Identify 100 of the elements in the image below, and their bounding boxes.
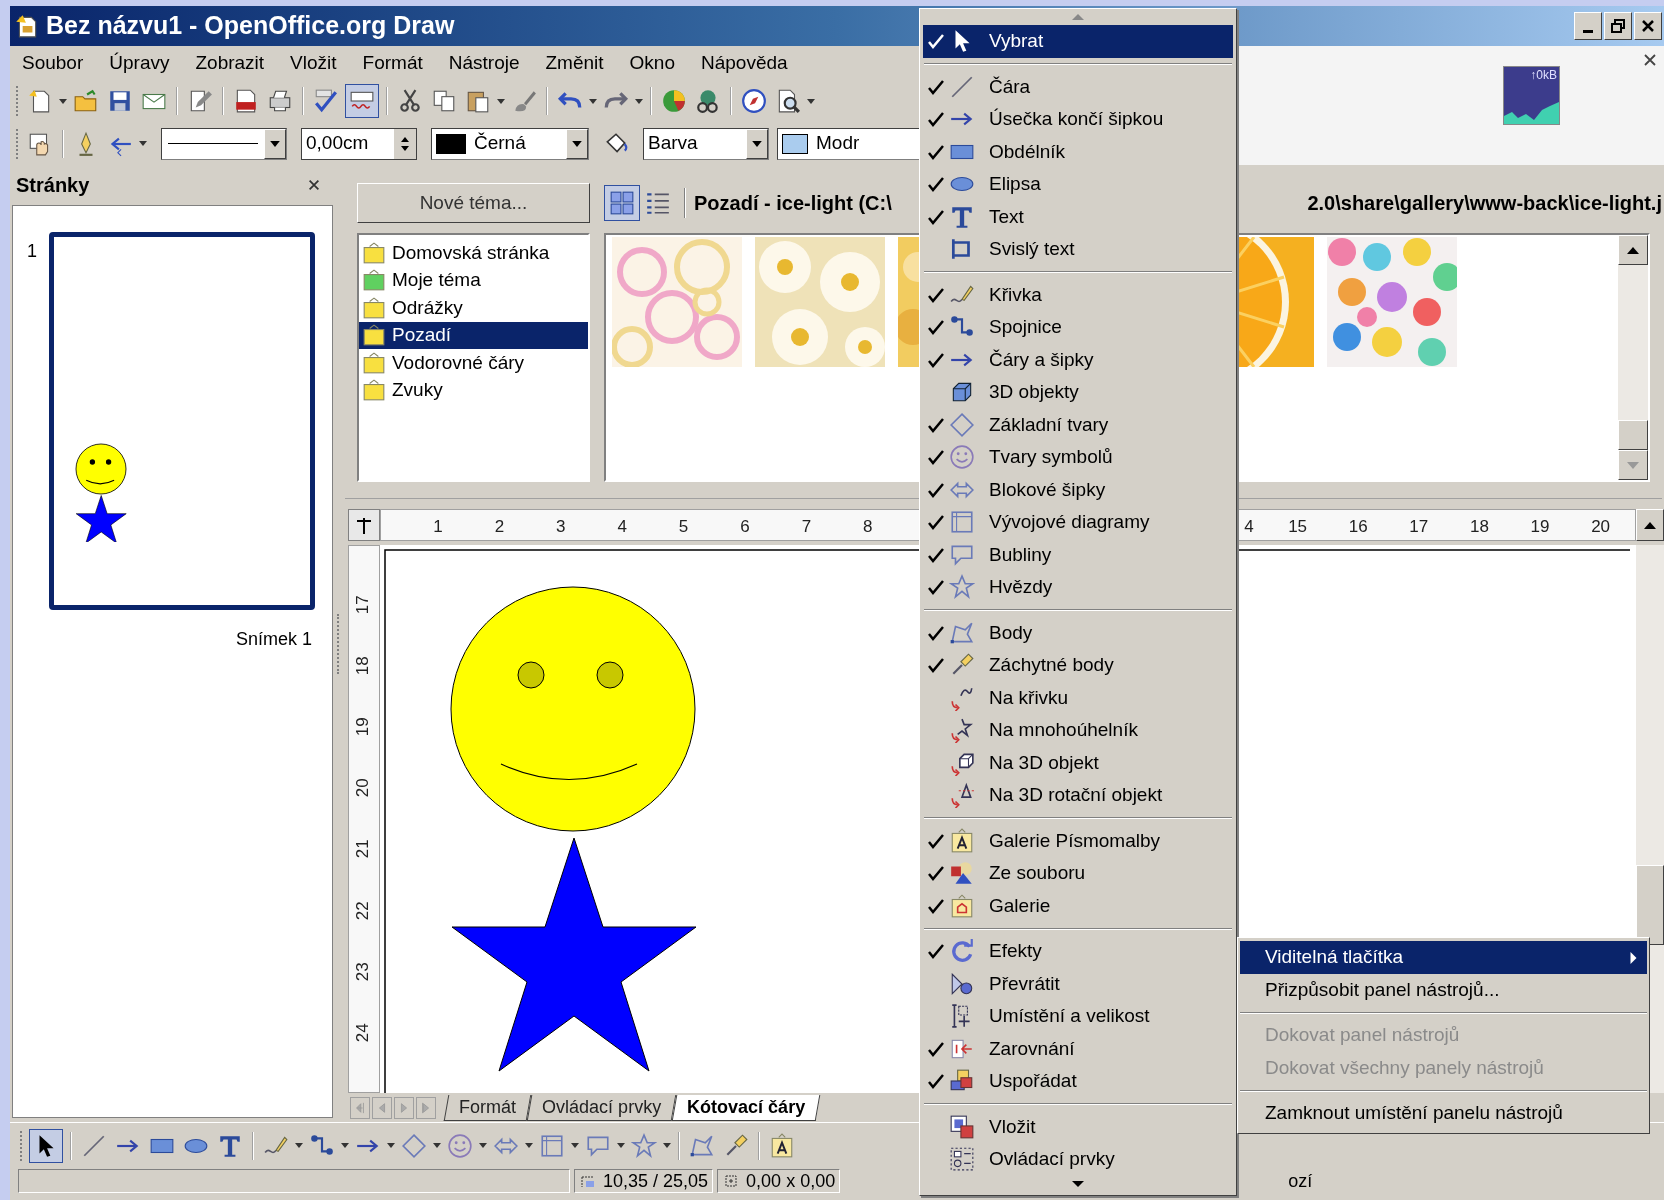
globe-links-icon[interactable] [695, 88, 721, 114]
menu-item[interactable]: Spojnice [923, 311, 1233, 344]
folder-icon[interactable] [73, 88, 99, 114]
caret-icon[interactable] [807, 98, 815, 104]
scroll-thumb[interactable] [1636, 865, 1664, 945]
compass-icon[interactable] [741, 88, 767, 114]
menu-item[interactable]: Na 3D rotační objekt [923, 779, 1233, 812]
menu-item[interactable]: Svislý text [923, 233, 1233, 266]
scroll-down-button[interactable] [1618, 450, 1648, 480]
menu-item[interactable]: Galerie [923, 889, 1233, 922]
menu-item[interactable]: Blokové šipky [923, 473, 1233, 506]
menu-item[interactable]: 3D objekty [923, 376, 1233, 409]
ruler-origin-button[interactable] [348, 509, 380, 541]
fontwork-icon[interactable] [769, 1132, 795, 1159]
copy-icon[interactable] [431, 88, 457, 114]
flowchart-icon[interactable] [539, 1132, 565, 1159]
area-style-dropdown[interactable]: Barva [643, 127, 769, 160]
line-style-dropdown[interactable] [161, 127, 287, 160]
menu-item[interactable]: Umístění a velikost [923, 1000, 1233, 1033]
menu-item[interactable]: Čára [923, 70, 1233, 103]
submenu-item[interactable]: Viditelná tlačítka [1240, 941, 1647, 974]
new-theme-button[interactable]: Nové téma... [357, 183, 590, 223]
menu-bar-item[interactable]: Vložit [282, 48, 345, 78]
menu-item[interactable]: Vývojové diagramy [923, 506, 1233, 539]
caret-icon[interactable] [635, 98, 643, 104]
pdf-icon[interactable] [233, 88, 259, 114]
theme-item[interactable]: Domovská stránka [359, 239, 588, 267]
caret-icon[interactable] [139, 141, 147, 146]
theme-item[interactable]: Odrážky [359, 294, 588, 322]
slide-thumbnail[interactable] [49, 232, 315, 610]
diamond-icon[interactable] [401, 1132, 427, 1159]
theme-item[interactable]: Pozadí [359, 321, 588, 349]
menu-item[interactable]: Čáry a šipky [923, 343, 1233, 376]
menu-bar-item[interactable]: Nápověda [693, 48, 796, 78]
line-width-field[interactable]: 0,00cm [301, 127, 417, 160]
menu-item[interactable]: Převrátit [923, 967, 1233, 1000]
caret-icon[interactable] [295, 1143, 303, 1148]
menu-item[interactable]: Galerie Písmomalby [923, 824, 1233, 857]
theme-item[interactable]: Zvuky [359, 376, 588, 404]
menu-bar-item[interactable]: Soubor [14, 48, 92, 78]
menu-bar-item[interactable]: Okno [621, 48, 683, 78]
cut-icon[interactable] [397, 88, 423, 114]
smiley-face-drawing[interactable] [450, 586, 696, 832]
restore-button[interactable] [1604, 12, 1632, 40]
menu-item[interactable]: Základní tvary [923, 408, 1233, 441]
select-tool-button[interactable] [29, 1128, 63, 1163]
menu-item[interactable]: Bubliny [923, 538, 1233, 571]
print-icon[interactable] [267, 88, 293, 114]
menu-item[interactable]: Záchytné body [923, 649, 1233, 682]
menu-item[interactable]: Vložit [923, 1110, 1233, 1143]
menu-item[interactable]: Na mnohoúhelník [923, 714, 1233, 747]
menu-item[interactable]: Hvězdy [923, 571, 1233, 604]
menu-item[interactable]: Text [923, 200, 1233, 233]
save-icon[interactable] [107, 88, 133, 114]
menu-item[interactable]: Zarovnání [923, 1032, 1233, 1065]
layer-tab[interactable]: Ovládací prvky [526, 1094, 677, 1121]
caret-icon[interactable] [341, 1143, 349, 1148]
theme-item[interactable]: Vodorovné čáry [359, 349, 588, 377]
menu-bar-item[interactable]: Nástroje [440, 48, 528, 78]
line-color-dropdown[interactable]: Černá [431, 127, 589, 160]
menu-bar-item[interactable]: Úpravy [101, 48, 178, 78]
menu-bar-item[interactable]: Formát [354, 48, 431, 78]
menu-bar-item[interactable]: Zobrazit [187, 48, 273, 78]
autospellcheck-button[interactable] [345, 84, 379, 118]
scroll-up-button[interactable] [1636, 509, 1664, 541]
menu-item[interactable]: Křivka [923, 278, 1233, 311]
menu-item[interactable]: Vybrat [923, 25, 1233, 58]
layer-tab[interactable]: Formát [443, 1094, 532, 1121]
caret-icon[interactable] [387, 1143, 395, 1148]
menu-item[interactable]: Ze souboru [923, 857, 1233, 890]
menu-bar-item[interactable]: Změnit [537, 48, 612, 78]
submenu-item[interactable]: Přizpůsobit panel nástrojů... [1240, 974, 1647, 1007]
caret-icon[interactable] [525, 1143, 533, 1148]
star-icon[interactable] [631, 1132, 657, 1159]
caret-icon[interactable] [617, 1143, 625, 1148]
scroll-up-button[interactable] [1618, 235, 1648, 265]
caret-icon[interactable] [571, 1143, 579, 1148]
submenu-item[interactable]: Zamknout umístění panelu nástrojů [1240, 1097, 1647, 1130]
caret-icon[interactable] [479, 1143, 487, 1148]
scroll-thumb[interactable] [1618, 420, 1648, 450]
layer-tab[interactable]: Kótovací čáry [671, 1094, 821, 1121]
star-shape[interactable] [451, 837, 697, 1072]
theme-item[interactable]: Moje téma [359, 266, 588, 294]
caret-icon[interactable] [433, 1143, 441, 1148]
menu-item[interactable]: Tvary symbolů [923, 441, 1233, 474]
menu-item[interactable]: Na křivku [923, 681, 1233, 714]
close-button[interactable] [1634, 12, 1662, 40]
close-icon[interactable] [307, 178, 321, 192]
caret-icon[interactable] [663, 1143, 671, 1148]
caret-icon[interactable] [497, 98, 505, 104]
menu-item[interactable]: Elipsa [923, 168, 1233, 201]
caret-icon[interactable] [59, 98, 67, 104]
spellcheck-icon[interactable] [313, 88, 339, 114]
menu-item[interactable]: Body [923, 616, 1233, 649]
minimize-button[interactable] [1574, 12, 1602, 40]
spin-up-icon[interactable] [401, 136, 409, 142]
close-document-icon[interactable] [1642, 52, 1658, 68]
menu-item[interactable]: Na 3D objekt [923, 746, 1233, 779]
scroll-down-icon[interactable] [1072, 1180, 1084, 1187]
icon-view-button[interactable] [604, 185, 640, 221]
